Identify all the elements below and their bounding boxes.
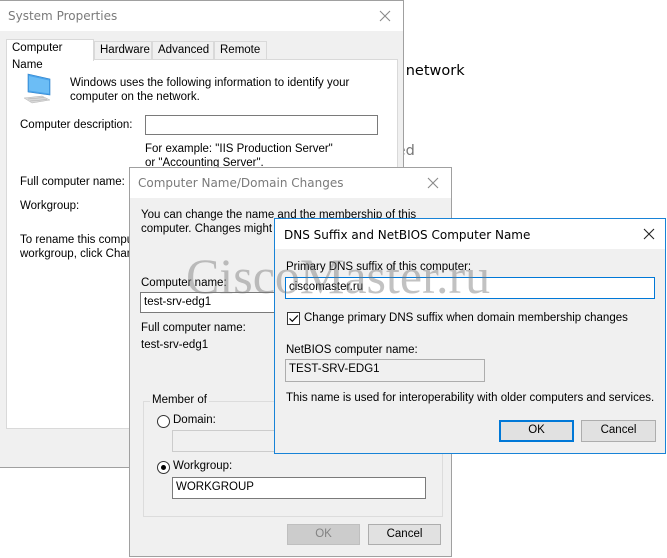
- workgroup-radio-label: Workgroup:: [173, 460, 233, 472]
- title-bar: System Properties: [0, 1, 403, 31]
- description-example: For example: "IIS Production Server" or …: [145, 143, 333, 169]
- workgroup-input[interactable]: WORKGROUP: [172, 477, 426, 499]
- computer-icon: [20, 71, 54, 105]
- full-computer-name-value: test-srv-edg1: [141, 339, 209, 351]
- netbios-name-field: TEST-SRV-EDG1: [285, 359, 485, 382]
- full-computer-name-label: Full computer name:: [141, 322, 246, 334]
- full-computer-name-label: Full computer name:: [20, 176, 125, 188]
- cancel-button[interactable]: Cancel: [581, 420, 656, 442]
- close-icon[interactable]: [421, 171, 445, 195]
- workgroup-radio[interactable]: [157, 461, 170, 474]
- computer-name-label: Computer name:: [141, 277, 227, 289]
- window-title: System Properties: [8, 9, 118, 23]
- change-suffix-checkbox[interactable]: [287, 312, 300, 325]
- title-bar: Computer Name/Domain Changes: [130, 168, 451, 198]
- tab-hardware[interactable]: Hardware: [94, 41, 152, 59]
- intro-line-2: computer. Changes might aff: [141, 223, 288, 235]
- window-title: DNS Suffix and NetBIOS Computer Name: [284, 228, 531, 242]
- tab-computer-name[interactable]: Computer Name: [6, 39, 94, 71]
- window-title: Computer Name/Domain Changes: [138, 176, 344, 190]
- intro-text: Windows uses the following information t…: [70, 77, 350, 103]
- computer-name-input[interactable]: test-srv-edg1: [140, 292, 280, 313]
- rename-instructions-1: To rename this compute: [20, 234, 143, 246]
- netbios-name-label: NetBIOS computer name:: [286, 344, 418, 356]
- rename-instructions-2: workgroup, click Chang: [20, 248, 140, 260]
- domain-radio[interactable]: [157, 415, 170, 428]
- primary-dns-suffix-label: Primary DNS suffix of this computer:: [286, 261, 472, 273]
- title-bar: DNS Suffix and NetBIOS Computer Name: [275, 219, 665, 249]
- domain-label: Domain:: [173, 414, 216, 426]
- interoperability-note: This name is used for interoperability w…: [286, 392, 655, 404]
- tab-advanced[interactable]: Advanced: [152, 41, 214, 59]
- computer-description-label: Computer description:: [20, 119, 133, 131]
- ok-button[interactable]: OK: [499, 420, 574, 442]
- cancel-button[interactable]: Cancel: [368, 524, 441, 545]
- ok-button[interactable]: OK: [287, 524, 360, 545]
- close-icon[interactable]: [373, 4, 397, 28]
- computer-description-input[interactable]: [145, 115, 378, 135]
- dns-suffix-dialog: DNS Suffix and NetBIOS Computer Name Pri…: [274, 218, 666, 454]
- tab-remote[interactable]: Remote: [214, 41, 267, 59]
- primary-dns-suffix-input[interactable]: ciscomaster.ru: [285, 277, 655, 299]
- close-icon[interactable]: [637, 222, 661, 246]
- workgroup-label: Workgroup:: [20, 200, 80, 212]
- member-of-label: Member of: [150, 394, 209, 406]
- change-suffix-label: Change primary DNS suffix when domain me…: [304, 312, 628, 324]
